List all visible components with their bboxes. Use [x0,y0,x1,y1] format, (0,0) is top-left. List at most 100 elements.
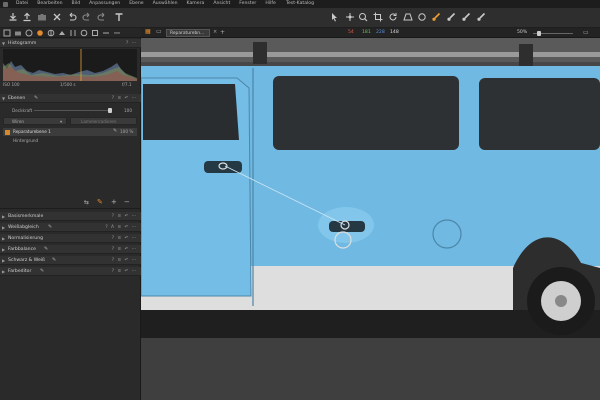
menu-bearbeiten[interactable]: Bearbeiten [37,0,62,8]
more-tab-icon[interactable] [113,29,121,37]
expand-icon: ▶ [2,236,6,241]
swap-icon[interactable]: ⇆ [84,199,89,206]
menu-fenster[interactable]: Fenster [239,0,256,8]
exposure-tab-icon[interactable] [47,29,55,37]
pan-icon[interactable] [345,12,355,22]
output-tab-icon[interactable] [91,29,99,37]
viewer-tab-label: Reparaturebn... [170,31,205,36]
layers-header[interactable]: ▼ Ebenen ✎ ? ≡ ↶ ⋯ [0,94,141,103]
pencil-icon[interactable]: ✎ [34,94,38,103]
add-tab-icon[interactable]: + [220,28,225,37]
capture-tab-icon[interactable] [14,29,22,37]
zoom-value[interactable]: 50% [517,28,527,38]
single-view-icon[interactable]: ▭ [156,28,162,35]
menu-datei[interactable]: Datei [16,0,28,8]
camera-icon[interactable] [37,12,47,22]
tool-actions[interactable]: ? A ≡ ↶ ⋯ [105,223,137,232]
rotate-icon[interactable] [388,12,398,22]
layer-name: Reparaturebene 1 [13,129,51,134]
layer-mode-select[interactable]: Wiren ▾ [3,117,67,125]
menu-ebene[interactable]: Ebene [129,0,143,8]
cursor-icon[interactable] [330,12,340,22]
tool-actions[interactable]: ? ≡ ↶ ⋯ [112,245,137,254]
pencil-icon[interactable]: ✎ [52,256,56,265]
loupe-icon[interactable] [358,12,368,22]
photo-canvas[interactable] [141,38,600,400]
pencil-icon[interactable]: ✎ [40,267,44,276]
lens-tab-icon[interactable] [25,29,33,37]
layer-mask-label: Lamelenradieren [81,119,117,124]
pencil-icon[interactable]: ✎ [48,223,52,232]
brush-icon[interactable]: ✎ [97,198,103,206]
readout-b: 228 [376,30,385,35]
histogram-header[interactable]: ▼ Histogramm ? ⋯ [0,39,141,48]
text-icon[interactable] [114,12,124,22]
tool-farbeditor[interactable]: ▶ Farbeditor ✎ ? ≡ ↶ ⋯ [0,267,141,276]
tool-actions[interactable]: ? ≡ ↶ ⋯ [112,267,137,276]
tool-label: Normalisierung [8,236,44,241]
layer-row[interactable]: Hintergrund [3,137,137,145]
tool-actions[interactable]: ? ≡ ↶ ⋯ [112,212,137,221]
layer-checkbox[interactable] [5,129,10,135]
redo-icon[interactable] [82,12,92,22]
tool-farbbalance[interactable]: ▶ Farbbalance ✎ ? ≡ ↶ ⋯ [0,245,141,254]
tool-schwarz-weiss[interactable]: ▶ Schwarz & Weiß ✎ ? ≡ ↶ ⋯ [0,256,141,265]
details-tab-icon[interactable] [58,29,66,37]
layer-mode-value: Wiren [12,119,25,124]
color-tab-icon[interactable] [36,29,44,37]
picker-icon[interactable] [476,12,486,22]
menu-kamera[interactable]: Kamera [187,0,205,8]
histogram-graph [3,49,137,81]
tool-actions[interactable]: ? ≡ ↶ ⋯ [112,234,137,243]
eraser-icon[interactable] [446,12,456,22]
batch-tab-icon[interactable] [102,29,110,37]
layer-percent: 100 % [120,129,134,134]
tool-label: Basismerkmale [8,214,44,219]
opacity-slider-track[interactable] [34,110,110,111]
gradient-icon[interactable] [461,12,471,22]
menu-hilfe[interactable]: Hilfe [265,0,275,8]
menu-ansicht[interactable]: Ansicht [213,0,230,8]
layer-mask-button[interactable]: Lamelenradieren [70,117,137,125]
import-icon[interactable] [8,12,18,22]
remove-layer-icon[interactable]: − [124,198,130,206]
collapse-icon: ▼ [2,41,6,46]
zoom-slider-handle[interactable] [537,30,541,36]
opacity-value: 100 [124,108,132,113]
metadata-tab-icon[interactable] [80,29,88,37]
tool-weissabgleich[interactable]: ▶ Weißabgleich ✎ ? A ≡ ↶ ⋯ [0,223,141,232]
delete-icon[interactable] [52,12,62,22]
readout-r: 54 [348,30,354,35]
tool-tab-bar [0,28,141,38]
grid-icon[interactable]: ▦ [145,28,151,35]
crop-icon[interactable] [373,12,383,22]
layer-row-selected[interactable]: Reparaturebene 1 ✎ 100 % [3,128,137,136]
tool-actions[interactable]: ? ≡ ↶ ⋯ [112,256,137,265]
library-tab-icon[interactable] [3,29,11,37]
spot-icon[interactable] [417,12,427,22]
fullscreen-icon[interactable]: ▭ [583,28,589,38]
reset-icon[interactable] [97,12,107,22]
tool-basismerkmale[interactable]: ▶ Basismerkmale ? ≡ ↶ ⋯ [0,212,141,221]
menu-anpassungen[interactable]: Anpassungen [89,0,120,8]
expand-icon: ▶ [2,214,6,219]
keystone-icon[interactable] [403,12,413,22]
export-icon[interactable] [22,12,32,22]
pencil-icon[interactable]: ✎ [44,245,48,254]
tool-label: Farbeditor [8,269,32,274]
histogram-actions[interactable]: ? ⋯ [126,39,137,48]
adjust-tab-icon[interactable] [69,29,77,37]
layers-actions[interactable]: ? ≡ ↶ ⋯ [112,94,137,103]
opacity-slider-handle[interactable] [108,108,112,113]
menu-bild[interactable]: Bild [72,0,81,8]
undo-icon[interactable] [67,12,77,22]
add-layer-icon[interactable]: + [111,198,117,206]
tool-normalisierung[interactable]: ▶ Normalisierung ? ≡ ↶ ⋯ [0,234,141,243]
menu-auswaehlen[interactable]: Auswählen [153,0,178,8]
brush-icon[interactable] [431,12,441,22]
viewer-tab[interactable]: Reparaturebn... [166,29,210,37]
pencil-icon: ✎ [113,128,118,134]
close-icon[interactable]: × [213,28,217,37]
histogram-title: Histogramm [8,41,37,46]
layer-name: Hintergrund [13,138,39,143]
